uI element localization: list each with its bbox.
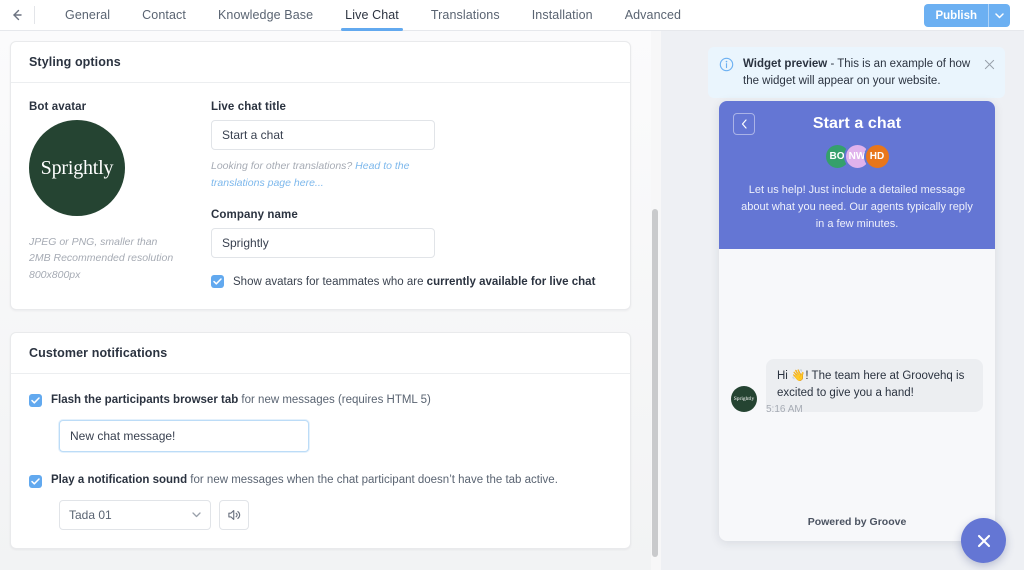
play-sound-preview-button[interactable] bbox=[219, 500, 249, 530]
publish-button[interactable]: Publish bbox=[924, 4, 988, 27]
styling-options-card: Styling options Bot avatar Sprightly JPE… bbox=[10, 41, 631, 310]
company-name-input[interactable] bbox=[211, 228, 435, 258]
bot-avatar-column: Bot avatar Sprightly JPEG or PNG, smalle… bbox=[29, 101, 211, 291]
teammate-avatar-bo-initials: BO bbox=[830, 151, 845, 162]
chat-widget-body: Sprightly Hi 👋! The team here at Grooveh… bbox=[719, 249, 995, 516]
flash-tab-label-rest: for new messages (requires HTML 5) bbox=[238, 394, 431, 406]
tab-installation[interactable]: Installation bbox=[516, 0, 609, 31]
styling-options-body: Bot avatar Sprightly JPEG or PNG, smalle… bbox=[11, 83, 630, 309]
speaker-icon bbox=[227, 508, 242, 522]
widget-preview-banner-text: Widget preview - This is an example of h… bbox=[743, 56, 984, 89]
tab-live-chat[interactable]: Live Chat bbox=[329, 0, 415, 31]
sound-select-value: Tada 01 bbox=[69, 508, 112, 522]
widget-preview-banner-bold: Widget preview bbox=[743, 58, 827, 70]
widget-intro-text: Let us help! Just include a detailed mes… bbox=[733, 182, 981, 233]
teammate-avatar-nw-initials: NW bbox=[849, 151, 866, 162]
info-icon bbox=[719, 57, 734, 77]
widget-title: Start a chat bbox=[733, 115, 981, 133]
translations-hint: Looking for other translations? Head to … bbox=[211, 158, 429, 192]
show-avatars-row[interactable]: Show avatars for teammates who are curre… bbox=[211, 274, 612, 291]
bot-avatar-text: Sprightly bbox=[41, 157, 114, 180]
tab-advanced-label: Advanced bbox=[625, 8, 681, 22]
check-icon bbox=[213, 278, 222, 285]
flash-tab-row[interactable]: Flash the participants browser tab for n… bbox=[29, 392, 612, 409]
teammate-avatar-hd[interactable]: HD bbox=[864, 143, 891, 170]
tab-installation-label: Installation bbox=[532, 8, 593, 22]
tab-knowledge-base[interactable]: Knowledge Base bbox=[202, 0, 329, 31]
chevron-left-icon bbox=[741, 119, 748, 129]
chat-widget-preview: Start a chat BO NW HD Let us help! Just … bbox=[719, 101, 995, 541]
chat-message-avatar-text: Sprightly bbox=[734, 396, 754, 402]
play-sound-label: Play a notification sound for new messag… bbox=[51, 472, 558, 489]
widget-back-button[interactable] bbox=[733, 113, 755, 135]
top-navigation-bar: General Contact Knowledge Base Live Chat… bbox=[0, 0, 1024, 31]
settings-scrollbar-thumb[interactable] bbox=[652, 209, 658, 557]
live-chat-title-input[interactable] bbox=[211, 120, 435, 150]
play-sound-row[interactable]: Play a notification sound for new messag… bbox=[29, 472, 612, 489]
show-avatars-label: Show avatars for teammates who are curre… bbox=[233, 274, 595, 291]
styling-fields-column: Live chat title Looking for other transl… bbox=[211, 101, 612, 291]
teammate-avatar-hd-initials: HD bbox=[870, 151, 884, 162]
flash-tab-label-bold: Flash the participants browser tab bbox=[51, 394, 238, 406]
tab-live-chat-label: Live Chat bbox=[345, 8, 399, 22]
tab-general-label: General bbox=[65, 8, 110, 22]
show-avatars-checkbox[interactable] bbox=[211, 275, 224, 288]
bot-avatar-label: Bot avatar bbox=[29, 101, 211, 113]
play-sound-checkbox[interactable] bbox=[29, 475, 42, 488]
tab-translations[interactable]: Translations bbox=[415, 0, 516, 31]
chevron-down-icon bbox=[192, 510, 201, 520]
play-sound-label-rest: for new messages when the chat participa… bbox=[187, 474, 558, 486]
widget-close-fab[interactable] bbox=[961, 518, 1006, 563]
widget-footer: Powered by Groove bbox=[719, 516, 995, 541]
banner-close-button[interactable] bbox=[984, 57, 995, 75]
tab-translations-label: Translations bbox=[431, 8, 500, 22]
widget-preview-banner: Widget preview - This is an example of h… bbox=[708, 47, 1005, 98]
publish-button-group[interactable]: Publish bbox=[924, 4, 1010, 27]
show-avatars-text-normal: Show avatars for teammates who are bbox=[233, 276, 427, 288]
chat-widget-header: Start a chat BO NW HD Let us help! Just … bbox=[719, 101, 995, 249]
arrow-left-icon bbox=[9, 7, 25, 23]
styling-options-title: Styling options bbox=[11, 42, 630, 83]
play-sound-label-bold: Play a notification sound bbox=[51, 474, 187, 486]
customer-notifications-title: Customer notifications bbox=[11, 333, 630, 374]
show-avatars-text-bold: currently available for live chat bbox=[427, 276, 596, 288]
back-button[interactable] bbox=[0, 0, 34, 30]
flash-tab-checkbox[interactable] bbox=[29, 394, 42, 407]
sound-controls-row: Tada 01 bbox=[59, 500, 612, 530]
live-chat-title-label: Live chat title bbox=[211, 101, 612, 113]
chevron-down-icon bbox=[995, 13, 1004, 19]
chat-message-avatar: Sprightly bbox=[731, 386, 757, 412]
nav-divider bbox=[34, 6, 35, 24]
tab-advanced[interactable]: Advanced bbox=[609, 0, 697, 31]
tab-contact[interactable]: Contact bbox=[126, 0, 202, 31]
chat-message-timestamp: 5:16 AM bbox=[766, 404, 803, 415]
sound-select[interactable]: Tada 01 bbox=[59, 500, 211, 530]
tab-contact-label: Contact bbox=[142, 8, 186, 22]
translations-hint-prefix: Looking for other translations? bbox=[211, 160, 355, 172]
flash-tab-label: Flash the participants browser tab for n… bbox=[51, 392, 431, 409]
bot-avatar-image[interactable]: Sprightly bbox=[29, 120, 125, 216]
tab-knowledge-base-label: Knowledge Base bbox=[218, 8, 313, 22]
settings-scroll-pane: Styling options Bot avatar Sprightly JPE… bbox=[0, 31, 651, 570]
check-icon bbox=[31, 478, 40, 485]
flash-message-input[interactable] bbox=[59, 420, 309, 452]
customer-notifications-card: Customer notifications Flash the partici… bbox=[10, 332, 631, 550]
tab-general[interactable]: General bbox=[49, 0, 126, 31]
bot-avatar-hint: JPEG or PNG, smaller than 2MB Recommende… bbox=[29, 234, 179, 283]
customer-notifications-body: Flash the participants browser tab for n… bbox=[11, 374, 630, 549]
widget-preview-pane: Widget preview - This is an example of h… bbox=[661, 31, 1024, 570]
flash-message-field-wrap bbox=[59, 420, 612, 452]
company-name-label: Company name bbox=[211, 209, 612, 221]
widget-teammate-avatars: BO NW HD bbox=[733, 143, 981, 170]
close-icon bbox=[984, 59, 995, 70]
settings-tabs: General Contact Knowledge Base Live Chat… bbox=[49, 0, 697, 31]
publish-dropdown-toggle[interactable] bbox=[988, 4, 1010, 27]
check-icon bbox=[31, 397, 40, 404]
close-icon bbox=[974, 531, 994, 551]
